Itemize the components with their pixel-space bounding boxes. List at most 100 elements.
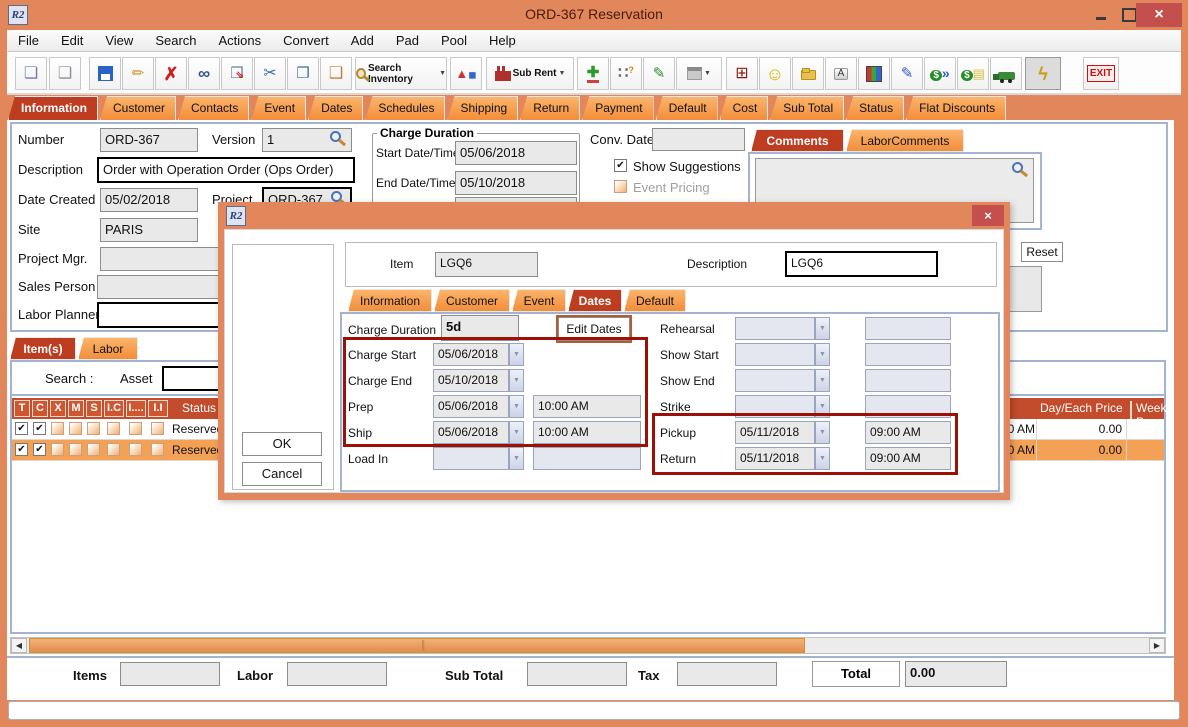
conv-date-field[interactable] bbox=[652, 128, 745, 151]
row-checkbox-idots[interactable] bbox=[129, 443, 142, 456]
dialog-close-button[interactable]: × bbox=[972, 205, 1004, 226]
toolbar-button-calendar[interactable]: ▼ bbox=[676, 57, 722, 90]
tax-field[interactable] bbox=[677, 662, 777, 686]
row-checkbox-idots[interactable] bbox=[129, 422, 142, 435]
total-field[interactable]: 0.00 bbox=[905, 661, 1007, 687]
event-pricing-checkbox[interactable] bbox=[614, 180, 627, 193]
show-start-time[interactable] bbox=[865, 343, 951, 366]
row-checkbox-c[interactable] bbox=[33, 443, 46, 456]
ok-button[interactable]: OK bbox=[242, 432, 322, 456]
tab-comments[interactable]: Comments bbox=[751, 129, 844, 152]
show-start-date[interactable] bbox=[735, 343, 815, 366]
tab-default[interactable]: Default bbox=[656, 96, 718, 120]
toolbar-button-sub-rent[interactable]: Sub Rent ▼ bbox=[486, 57, 574, 90]
row-checkbox-c[interactable] bbox=[33, 422, 46, 435]
tab-dates[interactable]: Dates bbox=[308, 96, 363, 120]
col-header-day-each-price[interactable]: Day/Each Price bbox=[1040, 401, 1132, 415]
toolbar-button-exit[interactable]: EXIT bbox=[1083, 57, 1119, 90]
row-checkbox-ii[interactable] bbox=[151, 422, 164, 435]
horizontal-scrollbar[interactable]: ◀ ▶ bbox=[10, 637, 1166, 654]
description-field[interactable]: Order with Operation Order (Ops Order) bbox=[97, 157, 355, 183]
toolbar-button-delete[interactable] bbox=[155, 57, 187, 90]
toolbar-button-cut[interactable] bbox=[254, 57, 286, 90]
tab-items[interactable]: Item(s) bbox=[10, 337, 76, 360]
menu-add[interactable]: Add bbox=[340, 33, 385, 48]
minimize-button[interactable] bbox=[1088, 3, 1114, 27]
dialog-tab-default[interactable]: Default bbox=[624, 289, 686, 312]
tab-schedules[interactable]: Schedules bbox=[365, 96, 445, 120]
toolbar-button-edit[interactable] bbox=[122, 57, 154, 90]
show-end-dropdown-icon[interactable]: ▼ bbox=[815, 369, 830, 392]
menu-edit[interactable]: Edit bbox=[50, 33, 94, 48]
tab-sub-total[interactable]: Sub Total bbox=[770, 96, 844, 120]
toolbar-button-org-chart[interactable] bbox=[726, 57, 758, 90]
labor-planner-field[interactable] bbox=[97, 302, 232, 328]
toolbar-button-transfer[interactable] bbox=[221, 57, 253, 90]
menu-file[interactable]: File bbox=[7, 33, 50, 48]
menu-convert[interactable]: Convert bbox=[272, 33, 340, 48]
number-field[interactable]: ORD-367 bbox=[100, 128, 198, 152]
col-header-t[interactable]: T bbox=[14, 400, 30, 417]
scroll-right-icon[interactable]: ▶ bbox=[1149, 638, 1165, 653]
toolbar-button-copy[interactable] bbox=[287, 57, 319, 90]
toolbar-button-shapes[interactable] bbox=[450, 57, 482, 90]
col-header-ic[interactable]: I.C bbox=[104, 400, 124, 417]
col-header-ii[interactable]: I.I bbox=[148, 400, 168, 417]
row-checkbox-s[interactable] bbox=[87, 443, 100, 456]
menu-search[interactable]: Search bbox=[144, 33, 207, 48]
dialog-tab-event[interactable]: Event bbox=[512, 289, 566, 312]
tab-customer[interactable]: Customer bbox=[100, 96, 176, 120]
toolbar-button-search-inventory[interactable]: Search Inventory ▼ bbox=[355, 57, 447, 90]
load-in-date[interactable] bbox=[433, 447, 509, 470]
toolbar-button-keyboard[interactable] bbox=[825, 57, 857, 90]
row-checkbox-m[interactable] bbox=[69, 422, 82, 435]
row-checkbox-ic[interactable] bbox=[107, 422, 120, 435]
tab-flat-discounts[interactable]: Flat Discounts bbox=[906, 96, 1006, 120]
tab-labor-comments[interactable]: LaborComments bbox=[846, 129, 964, 152]
dialog-tab-dates[interactable]: Dates bbox=[568, 289, 622, 312]
toolbar-button-print[interactable] bbox=[49, 57, 81, 90]
tab-event[interactable]: Event bbox=[251, 96, 306, 120]
toolbar-button-dollar-forward[interactable] bbox=[924, 57, 956, 90]
start-datetime-field[interactable]: 05/06/2018 bbox=[455, 141, 577, 165]
load-in-time[interactable] bbox=[533, 447, 641, 470]
sales-person-field[interactable] bbox=[97, 275, 232, 299]
rehearsal-dropdown-icon[interactable]: ▼ bbox=[815, 317, 830, 340]
tab-shipping[interactable]: Shipping bbox=[447, 96, 518, 120]
show-suggestions-checkbox[interactable] bbox=[614, 159, 627, 172]
toolbar-button-edit-notes[interactable] bbox=[891, 57, 923, 90]
load-in-dropdown-icon[interactable]: ▼ bbox=[509, 447, 524, 470]
toolbar-button-group-query[interactable] bbox=[610, 57, 642, 90]
dialog-tab-customer[interactable]: Customer bbox=[434, 289, 510, 312]
labor-total-field[interactable] bbox=[287, 662, 387, 686]
dialog-description-field[interactable]: LGQ6 bbox=[785, 251, 938, 277]
tab-return[interactable]: Return bbox=[520, 96, 580, 120]
toolbar-button-truck[interactable] bbox=[990, 57, 1022, 90]
rehearsal-time[interactable] bbox=[865, 317, 951, 340]
col-header-idots[interactable]: I.... bbox=[126, 400, 146, 417]
col-header-x[interactable]: X bbox=[50, 400, 66, 417]
rehearsal-date[interactable] bbox=[735, 317, 815, 340]
row-checkbox-m[interactable] bbox=[69, 443, 82, 456]
toolbar-button-save[interactable] bbox=[89, 57, 121, 90]
version-lookup-icon[interactable] bbox=[330, 131, 341, 142]
menu-view[interactable]: View bbox=[94, 33, 144, 48]
row-checkbox-ii[interactable] bbox=[151, 443, 164, 456]
toolbar-button-quick-actions[interactable] bbox=[1025, 57, 1061, 90]
date-created-field[interactable]: 05/02/2018 bbox=[100, 188, 198, 212]
cancel-button[interactable]: Cancel bbox=[242, 462, 322, 486]
tab-information[interactable]: Information bbox=[8, 96, 98, 120]
tab-labor[interactable]: Labor bbox=[78, 337, 138, 360]
col-header-c[interactable]: C bbox=[32, 400, 48, 417]
toolbar-button-inventory-cube[interactable] bbox=[858, 57, 890, 90]
show-start-dropdown-icon[interactable]: ▼ bbox=[815, 343, 830, 366]
toolbar-button-dollar-notes[interactable] bbox=[957, 57, 989, 90]
scroll-left-icon[interactable]: ◀ bbox=[11, 638, 27, 653]
toolbar-button-new[interactable] bbox=[15, 57, 47, 90]
tab-cost[interactable]: Cost bbox=[720, 96, 769, 120]
tab-payment[interactable]: Payment bbox=[582, 96, 653, 120]
row-checkbox-x[interactable] bbox=[51, 443, 64, 456]
project-mgr-field[interactable] bbox=[100, 247, 232, 271]
col-header-m[interactable]: M bbox=[68, 400, 84, 417]
menu-help[interactable]: Help bbox=[478, 33, 527, 48]
